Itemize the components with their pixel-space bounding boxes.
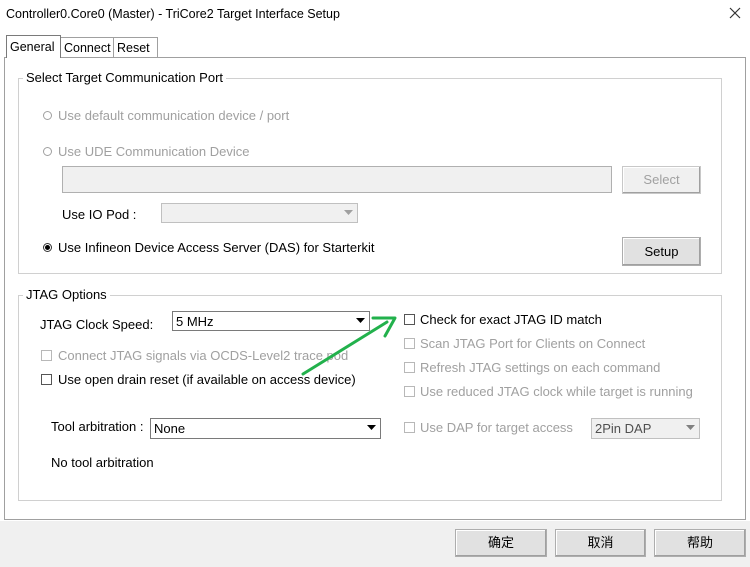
reduced-clock-label: Use reduced JTAG clock while target is r… xyxy=(420,384,693,399)
setup-button[interactable]: Setup xyxy=(622,237,701,266)
chevron-down-icon xyxy=(682,420,698,437)
help-button[interactable]: 帮助 xyxy=(654,529,746,557)
tool-arbitration-value: None xyxy=(154,421,186,436)
close-icon[interactable] xyxy=(726,4,744,22)
dap-select[interactable]: 2Pin DAP xyxy=(591,418,700,439)
radio-ude-device-label: Use UDE Communication Device xyxy=(58,144,250,159)
use-dap-label: Use DAP for target access xyxy=(420,420,573,435)
annotation-arrow-icon xyxy=(301,316,397,376)
checkbox-scan-jtag-port[interactable] xyxy=(404,338,415,349)
io-pod-label: Use IO Pod : xyxy=(62,207,137,222)
tab-connect[interactable]: Connect xyxy=(60,37,114,57)
refresh-jtag-label: Refresh JTAG settings on each command xyxy=(420,360,661,375)
chevron-down-icon xyxy=(363,420,379,437)
checkbox-open-drain[interactable] xyxy=(41,374,52,385)
select-button[interactable]: Select xyxy=(622,166,701,194)
ok-button[interactable]: 确定 xyxy=(455,529,547,557)
tab-reset[interactable]: Reset xyxy=(113,37,158,57)
check-jtag-id-label: Check for exact JTAG ID match xyxy=(420,312,602,327)
dap-value: 2Pin DAP xyxy=(595,421,652,436)
io-pod-select[interactable] xyxy=(161,203,358,223)
chevron-down-icon xyxy=(340,205,356,221)
jtag-group-title: JTAG Options xyxy=(23,287,110,302)
radio-default-port[interactable] xyxy=(43,111,52,120)
checkbox-use-dap[interactable] xyxy=(404,422,415,433)
checkbox-refresh-jtag[interactable] xyxy=(404,362,415,373)
checkbox-check-jtag-id[interactable] xyxy=(404,314,415,325)
jtag-clock-value: 5 MHz xyxy=(176,314,214,329)
window-title: Controller0.Core0 (Master) - TriCore2 Ta… xyxy=(6,7,340,21)
jtag-clock-label: JTAG Clock Speed: xyxy=(40,317,154,332)
scan-jtag-port-label: Scan JTAG Port for Clients on Connect xyxy=(420,336,646,351)
tool-arbitration-select[interactable]: None xyxy=(150,418,381,439)
cancel-button[interactable]: 取消 xyxy=(555,529,646,557)
radio-das[interactable] xyxy=(43,243,52,252)
port-group-title: Select Target Communication Port xyxy=(23,70,227,85)
tool-arbitration-status: No tool arbitration xyxy=(51,455,154,470)
tab-general[interactable]: General xyxy=(6,35,61,58)
checkbox-connect-ocds[interactable] xyxy=(41,350,52,361)
radio-das-label: Use Infineon Device Access Server (DAS) … xyxy=(58,240,375,255)
checkbox-reduced-clock[interactable] xyxy=(404,386,415,397)
radio-default-port-label: Use default communication device / port xyxy=(58,108,290,123)
ude-device-field[interactable] xyxy=(62,166,612,193)
radio-ude-device[interactable] xyxy=(43,147,52,156)
tool-arbitration-label: Tool arbitration : xyxy=(51,419,144,434)
